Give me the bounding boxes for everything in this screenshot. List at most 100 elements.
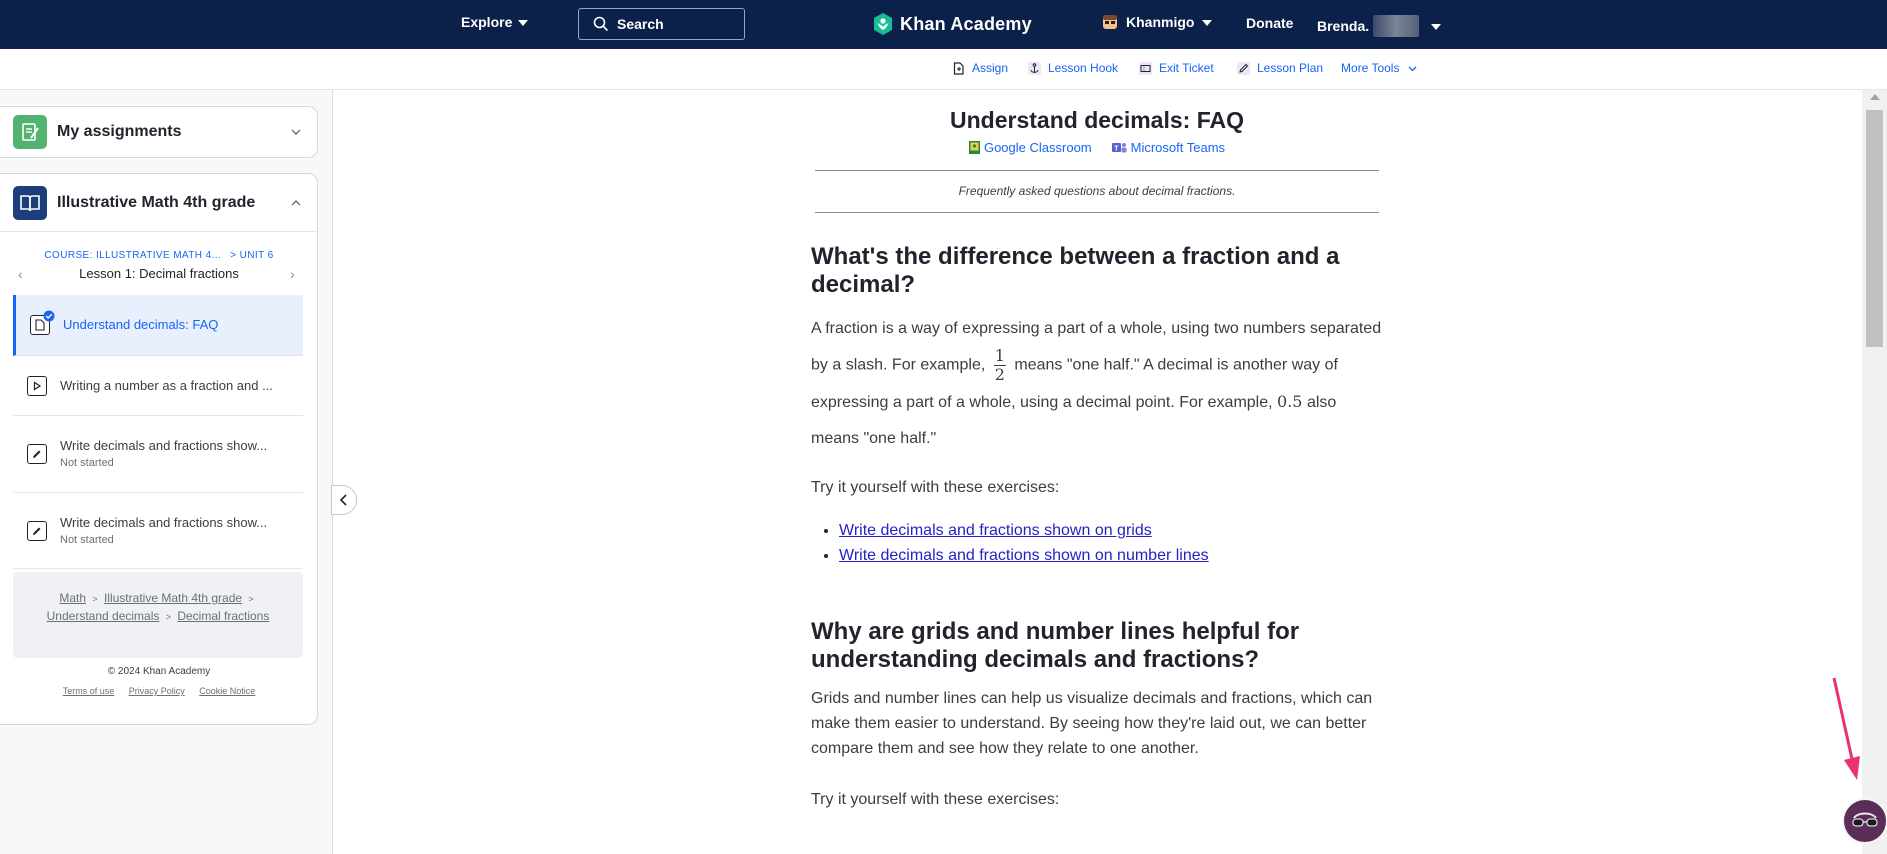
khanmigo-label: Khanmigo: [1126, 14, 1195, 30]
course-unit-crumb[interactable]: COURSE: ILLUSTRATIVE MATH 4... > UNIT 6: [0, 250, 318, 261]
microsoft-teams-icon: T: [1111, 143, 1127, 153]
donate-link[interactable]: Donate: [1246, 15, 1293, 31]
microsoft-teams-label: Microsoft Teams: [1130, 140, 1226, 155]
more-tools-menu[interactable]: More Tools: [1341, 61, 1419, 75]
breadcrumb-separator: >: [248, 594, 254, 604]
faq-heading: What's the difference between a fraction…: [811, 243, 1340, 298]
course-sidebar: My assignments Illustrative Math 4th gra…: [0, 90, 333, 854]
exercise-links: Write decimals and fractions shown on gr…: [839, 518, 1383, 568]
anchor-icon: [1028, 61, 1041, 75]
lesson-hook-label: Lesson Hook: [1048, 61, 1119, 75]
chevron-up-icon[interactable]: [291, 198, 301, 208]
list-item: Write decimals and fractions shown on nu…: [839, 543, 1383, 568]
search-icon: [593, 16, 609, 32]
faq-answer: A fraction is a way of expressing a part…: [811, 311, 1383, 457]
decimal-value: 0.5: [1277, 392, 1303, 411]
assignments-icon: [13, 115, 47, 149]
assign-label: Assign: [972, 61, 1009, 75]
breadcrumb: Math > Illustrative Math 4th grade > Und…: [13, 572, 303, 658]
list-item[interactable]: Writing a number as a fraction and ...: [13, 356, 303, 416]
microsoft-teams-link[interactable]: T Microsoft Teams: [1111, 140, 1226, 155]
footer-links: Terms of use Privacy Policy Cookie Notic…: [0, 686, 318, 696]
google-classroom-icon: [968, 141, 980, 154]
exercise-link-grids[interactable]: Write decimals and fractions shown on gr…: [839, 522, 1152, 539]
khanmigo-avatar-icon: [1103, 15, 1117, 29]
article-description: Frequently asked questions about decimal…: [815, 170, 1379, 213]
course-crumb[interactable]: COURSE: ILLUSTRATIVE MATH 4...: [44, 250, 221, 261]
chevron-down-icon[interactable]: [291, 127, 301, 137]
breadcrumb-course[interactable]: Illustrative Math 4th grade: [104, 591, 242, 605]
share-links: Google Classroom T Microsoft Teams: [811, 140, 1383, 155]
khan-academy-logo[interactable]: Khan Academy: [872, 12, 1032, 36]
item-label: Write decimals and fractions show...: [60, 515, 268, 530]
chevron-down-icon: [518, 20, 529, 26]
khanmigo-sunglasses-icon: [1852, 812, 1878, 827]
top-navigation: Explore Search Khan Academy Khanmigo Don…: [0, 0, 1887, 49]
breadcrumb-unit[interactable]: Understand decimals: [47, 609, 160, 623]
try-exercises-text: Try it yourself with these exercises:: [811, 479, 1060, 496]
my-assignments-card[interactable]: My assignments: [0, 106, 318, 158]
lesson-plan-button[interactable]: Lesson Plan: [1237, 61, 1323, 75]
exit-ticket-button[interactable]: Exit Ticket: [1139, 61, 1214, 75]
khanmigo-menu[interactable]: Khanmigo: [1102, 14, 1213, 30]
course-card: Illustrative Math 4th grade COURSE: ILLU…: [0, 173, 318, 725]
scrollbar-thumb[interactable]: [1866, 110, 1883, 347]
chevron-down-icon: [1409, 66, 1417, 71]
svg-text:T: T: [1114, 146, 1119, 153]
list-item: Write decimals and fractions shown on gr…: [839, 518, 1383, 543]
copyright: © 2024 Khan Academy: [107, 666, 211, 677]
try-exercises-text: Try it yourself with these exercises:: [811, 791, 1060, 808]
cookie-link[interactable]: Cookie Notice: [199, 686, 255, 696]
breadcrumb-math[interactable]: Math: [59, 591, 86, 605]
google-classroom-label: Google Classroom: [983, 140, 1092, 155]
pencil-icon: [1237, 61, 1250, 75]
user-name-redacted: [1373, 15, 1420, 37]
khan-leaf-icon: [874, 13, 892, 35]
breadcrumb-lesson[interactable]: Decimal fractions: [177, 609, 269, 623]
item-label: Understand decimals: FAQ: [63, 317, 219, 332]
fraction-one-half: 12: [993, 346, 1006, 384]
ticket-icon: [1139, 61, 1152, 75]
breadcrumb-separator: >: [165, 612, 171, 622]
scroll-up-arrow[interactable]: [1870, 94, 1880, 100]
next-lesson-icon[interactable]: ›: [290, 266, 295, 282]
collapse-sidebar-button[interactable]: [331, 485, 357, 515]
list-item[interactable]: Write decimals and fractions show... Not…: [13, 493, 303, 569]
terms-link[interactable]: Terms of use: [63, 686, 115, 696]
exercise-link-number-lines[interactable]: Write decimals and fractions shown on nu…: [839, 547, 1209, 564]
list-item[interactable]: Write decimals and fractions show... Not…: [13, 416, 303, 493]
google-classroom-link[interactable]: Google Classroom: [968, 140, 1092, 155]
explore-menu[interactable]: Explore: [461, 14, 529, 30]
search-input[interactable]: Search: [578, 8, 745, 40]
chevron-left-icon: [339, 494, 347, 506]
document-icon: [953, 61, 964, 75]
khanmigo-chat-button[interactable]: [1842, 798, 1887, 844]
page-scrollbar[interactable]: [1862, 90, 1887, 854]
assign-button[interactable]: Assign: [952, 61, 1008, 75]
breadcrumb-separator: >: [92, 594, 98, 604]
more-tools-label: More Tools: [1341, 61, 1400, 75]
privacy-link[interactable]: Privacy Policy: [129, 686, 185, 696]
fraction-denominator: 2: [994, 365, 1005, 384]
lesson-plan-label: Lesson Plan: [1257, 61, 1324, 75]
item-label: Write decimals and fractions show...: [60, 438, 268, 453]
item-label: Writing a number as a fraction and ...: [60, 378, 273, 393]
lesson-title: Lesson 1: Decimal fractions: [79, 266, 239, 281]
book-icon: [13, 185, 47, 220]
user-menu[interactable]: Brenda.: [1317, 15, 1442, 37]
pink-arrow-annotation: [1832, 677, 1860, 780]
logo-text: Khan Academy: [900, 13, 1032, 34]
unit-crumb[interactable]: > UNIT 6: [230, 250, 273, 261]
fraction-numerator: 1: [993, 346, 1006, 366]
list-item[interactable]: Understand decimals: FAQ: [13, 295, 303, 356]
course-title: Illustrative Math 4th grade: [57, 193, 256, 211]
exercise-pencil-icon: [27, 444, 47, 464]
lesson-hook-button[interactable]: Lesson Hook: [1028, 61, 1118, 75]
article-content: Understand decimals: FAQ Google Classroo…: [811, 90, 1383, 812]
item-status: Not started: [60, 457, 114, 469]
chevron-down-icon: [1431, 24, 1442, 30]
previous-lesson-icon[interactable]: ‹: [18, 266, 23, 282]
course-header[interactable]: Illustrative Math 4th grade: [0, 174, 317, 232]
chevron-down-icon: [1202, 20, 1213, 26]
my-assignments-title: My assignments: [57, 123, 182, 140]
